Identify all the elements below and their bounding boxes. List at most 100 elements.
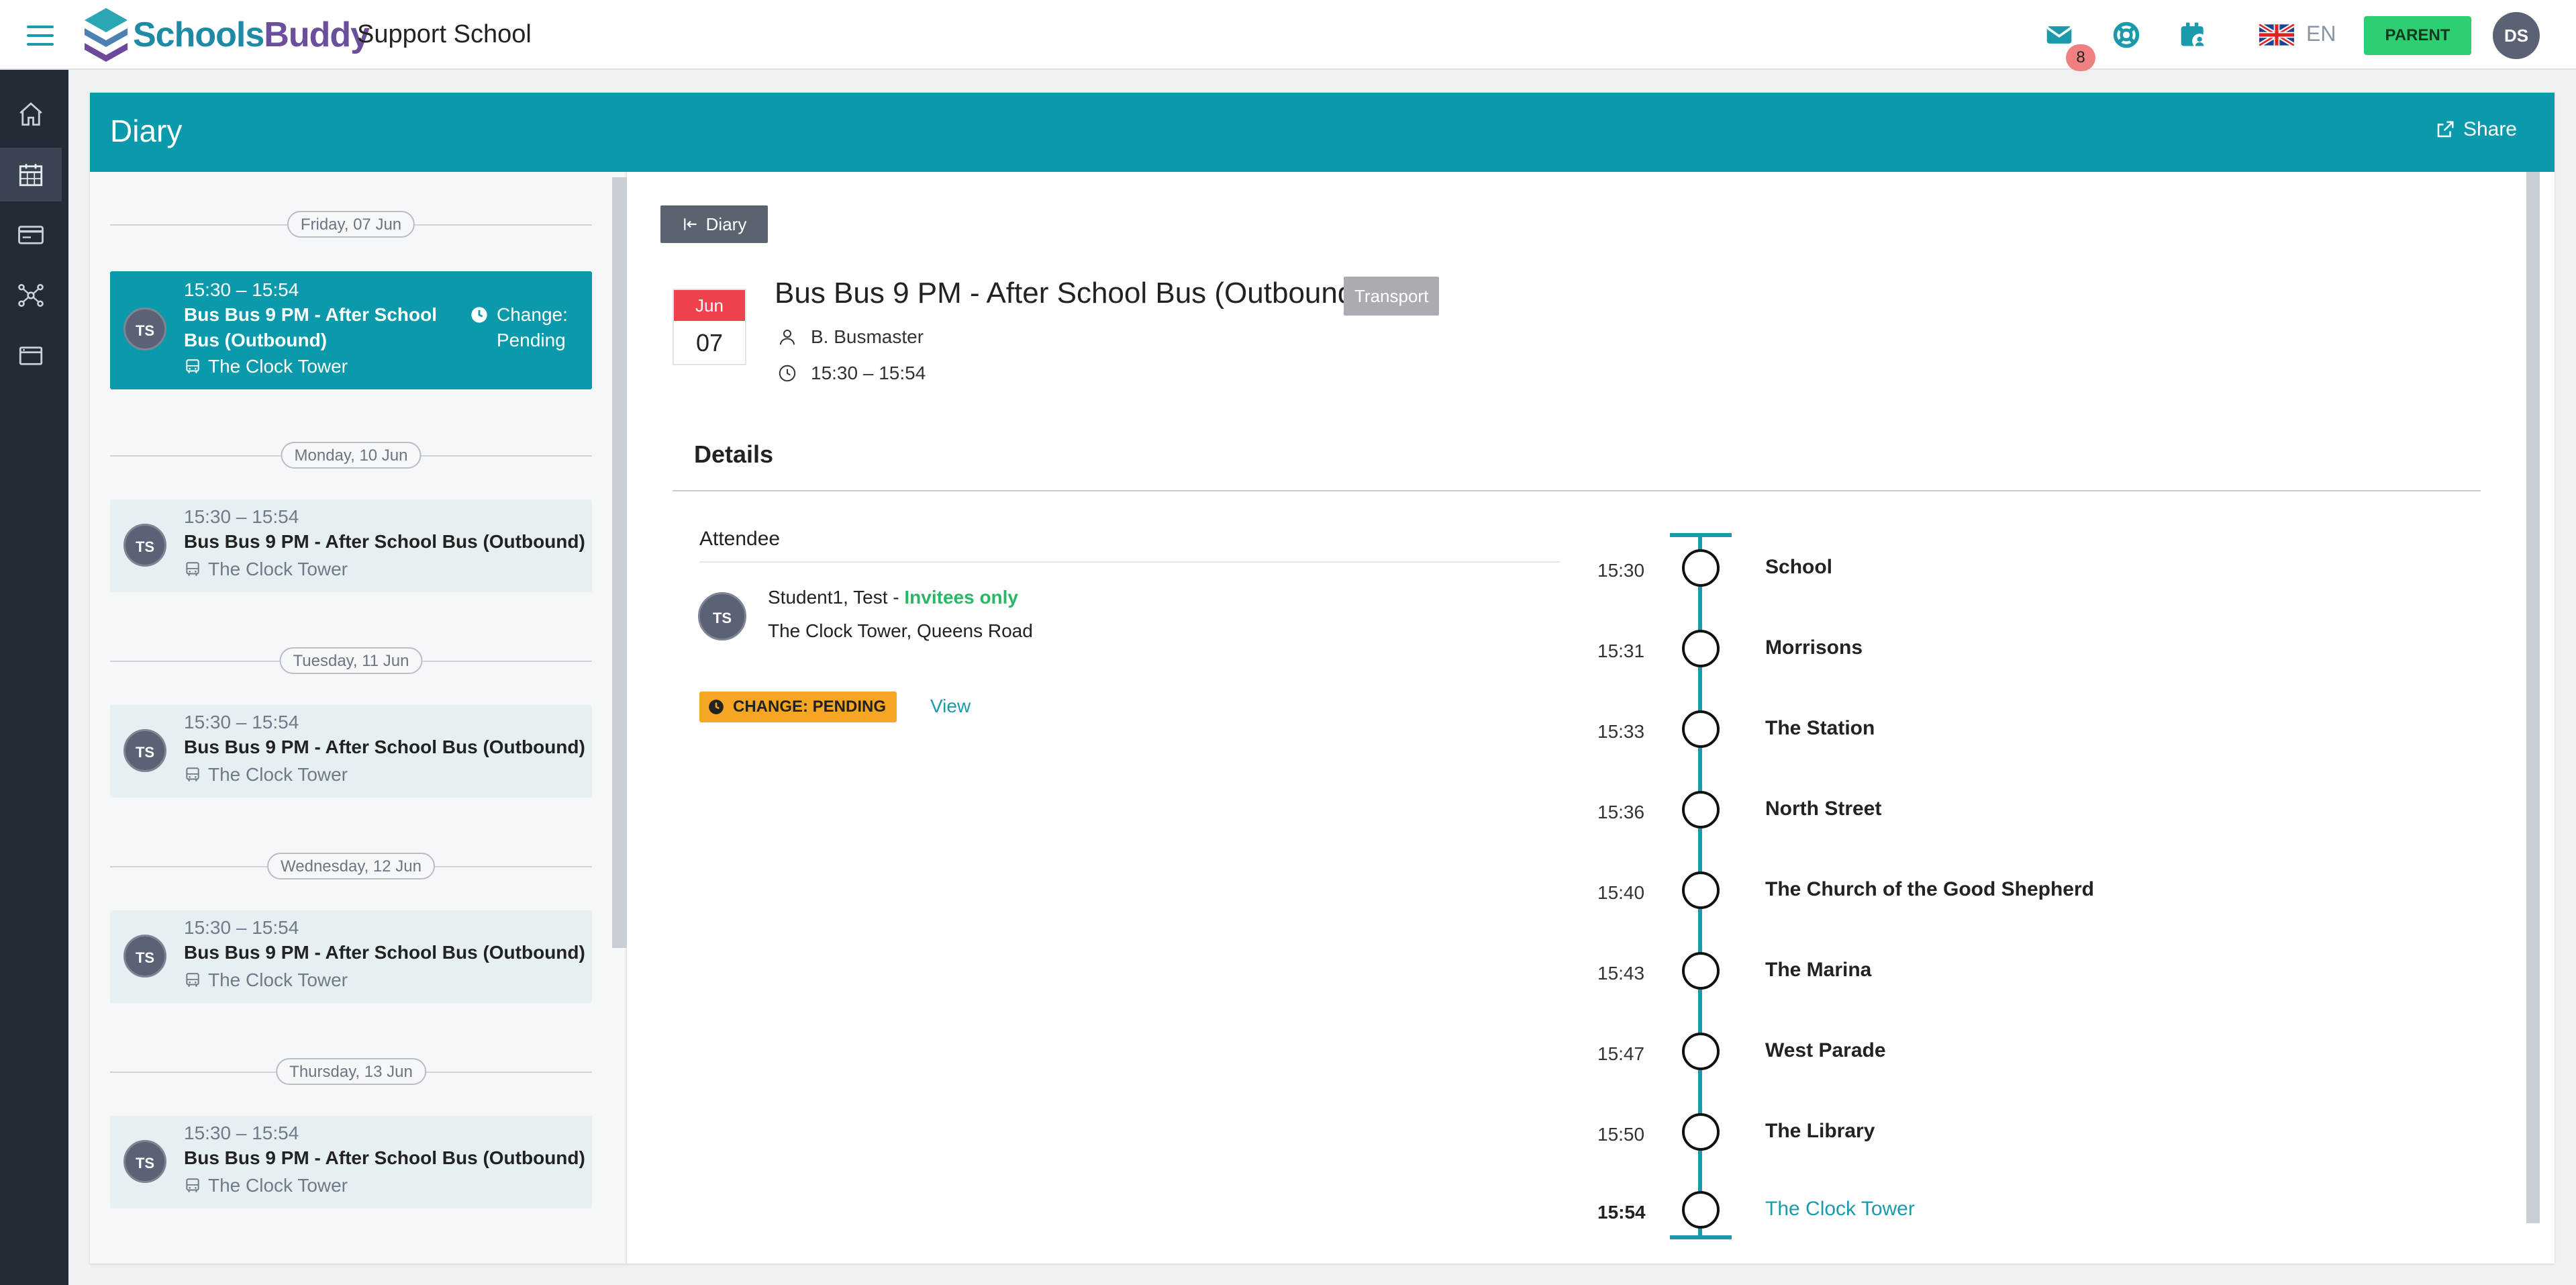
stop-marker-icon xyxy=(1682,1113,1720,1151)
diary-event-item[interactable]: TS 15:30 – 15:54 Bus Bus 9 PM - After Sc… xyxy=(110,271,592,389)
route-end-cap xyxy=(1670,1235,1732,1239)
diary-event-item[interactable]: TS 15:30 – 15:54 Bus Bus 9 PM - After Sc… xyxy=(110,910,592,1003)
event-status: Change: Pending xyxy=(470,302,577,353)
page-title: Diary xyxy=(110,113,183,148)
event-avatar: TS xyxy=(123,524,166,567)
event-location: The Clock Tower xyxy=(184,356,348,377)
event-title: Bus Bus 9 PM - After School Bus (Outboun… xyxy=(184,1147,585,1168)
attendee-heading: Attendee xyxy=(699,528,781,550)
bus-icon xyxy=(186,562,199,576)
clock-icon xyxy=(779,365,796,382)
event-title: Bus Bus 9 PM - After School Bus (Outboun… xyxy=(184,531,585,552)
event-time-range: 15:30 – 15:54 xyxy=(777,363,926,384)
back-arrow-icon xyxy=(683,218,697,230)
nav-network[interactable] xyxy=(0,269,62,322)
brand-name: SchoolsBuddy xyxy=(133,15,370,54)
date-separator: Thursday, 13 Jun xyxy=(110,1058,592,1085)
details-divider xyxy=(673,490,2481,491)
event-location: The Clock Tower xyxy=(184,559,348,580)
event-location: The Clock Tower xyxy=(184,764,348,786)
top-bar: SchoolsBuddy Support School 8 EN PARENT … xyxy=(0,0,2576,71)
detail-scrollbar[interactable] xyxy=(2526,172,2540,1223)
window-icon xyxy=(19,346,43,365)
parent-role-button[interactable]: PARENT xyxy=(2364,16,2471,55)
event-location: The Clock Tower xyxy=(184,1175,348,1196)
details-heading: Details xyxy=(694,440,774,468)
share-label: Share xyxy=(2463,118,2517,140)
attendee-divider xyxy=(699,561,1560,563)
stop-marker-icon xyxy=(1682,791,1720,828)
nav-home[interactable] xyxy=(0,87,62,141)
stop-marker-icon xyxy=(1682,1033,1720,1070)
stop-marker-icon xyxy=(1682,710,1720,748)
network-icon xyxy=(18,283,44,307)
event-avatar: TS xyxy=(123,1140,166,1183)
event-organiser: B. Busmaster xyxy=(777,326,924,348)
route-start-cap xyxy=(1670,533,1732,537)
share-icon xyxy=(2437,121,2454,138)
event-title: Bus Bus 9 PM - After School Bus (Outboun… xyxy=(184,736,585,757)
left-sidebar xyxy=(0,70,68,1285)
event-avatar: TS xyxy=(123,729,166,772)
stop-marker-icon xyxy=(1682,871,1720,909)
route-stop-destination: 15:54 The Clock Tower xyxy=(1597,1191,2403,1231)
stop-marker-icon xyxy=(1682,952,1720,990)
user-avatar[interactable]: DS xyxy=(2493,12,2540,59)
event-day: 07 xyxy=(695,329,724,356)
event-avatar: TS xyxy=(123,935,166,978)
bus-icon xyxy=(186,359,199,373)
route-stop: 15:43 The Marina xyxy=(1597,952,2403,992)
nav-browser[interactable] xyxy=(0,329,62,383)
calendar-user-icon[interactable] xyxy=(2179,20,2208,50)
nav-payments[interactable] xyxy=(0,208,62,262)
event-location: The Clock Tower xyxy=(184,969,348,991)
event-time: 15:30 – 15:54 xyxy=(184,917,299,938)
attendee-address: The Clock Tower, Queens Road xyxy=(768,620,1033,641)
destination-link[interactable]: The Clock Tower xyxy=(1765,1198,1915,1221)
event-detail-title: Bus Bus 9 PM - After School Bus (Outboun… xyxy=(775,277,1364,310)
change-pending-badge: CHANGE: PENDING xyxy=(699,692,897,722)
bus-icon xyxy=(186,1178,199,1192)
list-scrollbar[interactable] xyxy=(612,177,627,948)
diary-event-list[interactable]: Friday, 07 Jun TS 15:30 – 15:54 Bus Bus … xyxy=(90,172,627,1264)
event-time: 15:30 – 15:54 xyxy=(184,1123,299,1143)
event-time: 15:30 – 15:54 xyxy=(184,279,299,300)
stop-marker-icon xyxy=(1682,549,1720,587)
clock-icon xyxy=(709,700,724,714)
date-separator: Tuesday, 11 Jun xyxy=(110,647,592,674)
stop-marker-icon xyxy=(1682,630,1720,667)
event-title: Bus Bus 9 PM - After School Bus (Outboun… xyxy=(184,942,585,963)
event-time: 15:30 – 15:54 xyxy=(184,506,299,527)
bus-icon xyxy=(186,973,199,987)
page-header: Diary Share xyxy=(90,93,2555,172)
diary-event-item[interactable]: TS 15:30 – 15:54 Bus Bus 9 PM - After Sc… xyxy=(110,705,592,798)
share-button[interactable]: Share xyxy=(2435,118,2517,141)
diary-event-item[interactable]: TS 15:30 – 15:54 Bus Bus 9 PM - After Sc… xyxy=(110,499,592,592)
calendar-icon xyxy=(19,164,43,187)
route-stop: 15:30 School xyxy=(1597,549,2403,589)
diary-event-item[interactable]: TS 15:30 – 15:54 Bus Bus 9 PM - After Sc… xyxy=(110,1116,592,1208)
route-stop: 15:50 The Library xyxy=(1597,1113,2403,1153)
attendee-name: Student1, Test - Invitees only xyxy=(768,587,1019,608)
card-icon xyxy=(18,226,44,244)
mail-icon[interactable] xyxy=(2044,20,2074,50)
message-count-badge: 8 xyxy=(2066,44,2095,71)
back-to-diary-button[interactable]: Diary xyxy=(660,205,768,243)
date-separator: Wednesday, 12 Jun xyxy=(110,853,592,879)
event-category-tag: Transport xyxy=(1344,277,1440,316)
event-month: Jun xyxy=(674,290,745,321)
nav-diary[interactable] xyxy=(0,148,62,201)
uk-flag-icon[interactable] xyxy=(2259,24,2294,46)
event-date-badge: Jun 07 xyxy=(673,289,746,365)
route-stop: 15:47 West Parade xyxy=(1597,1033,2403,1073)
bus-icon xyxy=(186,767,199,781)
stop-marker-icon xyxy=(1682,1191,1720,1229)
route-stop: 15:31 Morrisons xyxy=(1597,630,2403,670)
menu-icon[interactable] xyxy=(27,21,54,48)
route-stop: 15:40 The Church of the Good Shepherd xyxy=(1597,871,2403,912)
help-lifebuoy-icon[interactable] xyxy=(2112,20,2141,50)
logo[interactable]: SchoolsBuddy xyxy=(83,8,370,62)
view-change-link[interactable]: View xyxy=(930,696,971,717)
language-selector[interactable]: EN xyxy=(2306,21,2336,46)
home-icon xyxy=(19,102,42,126)
